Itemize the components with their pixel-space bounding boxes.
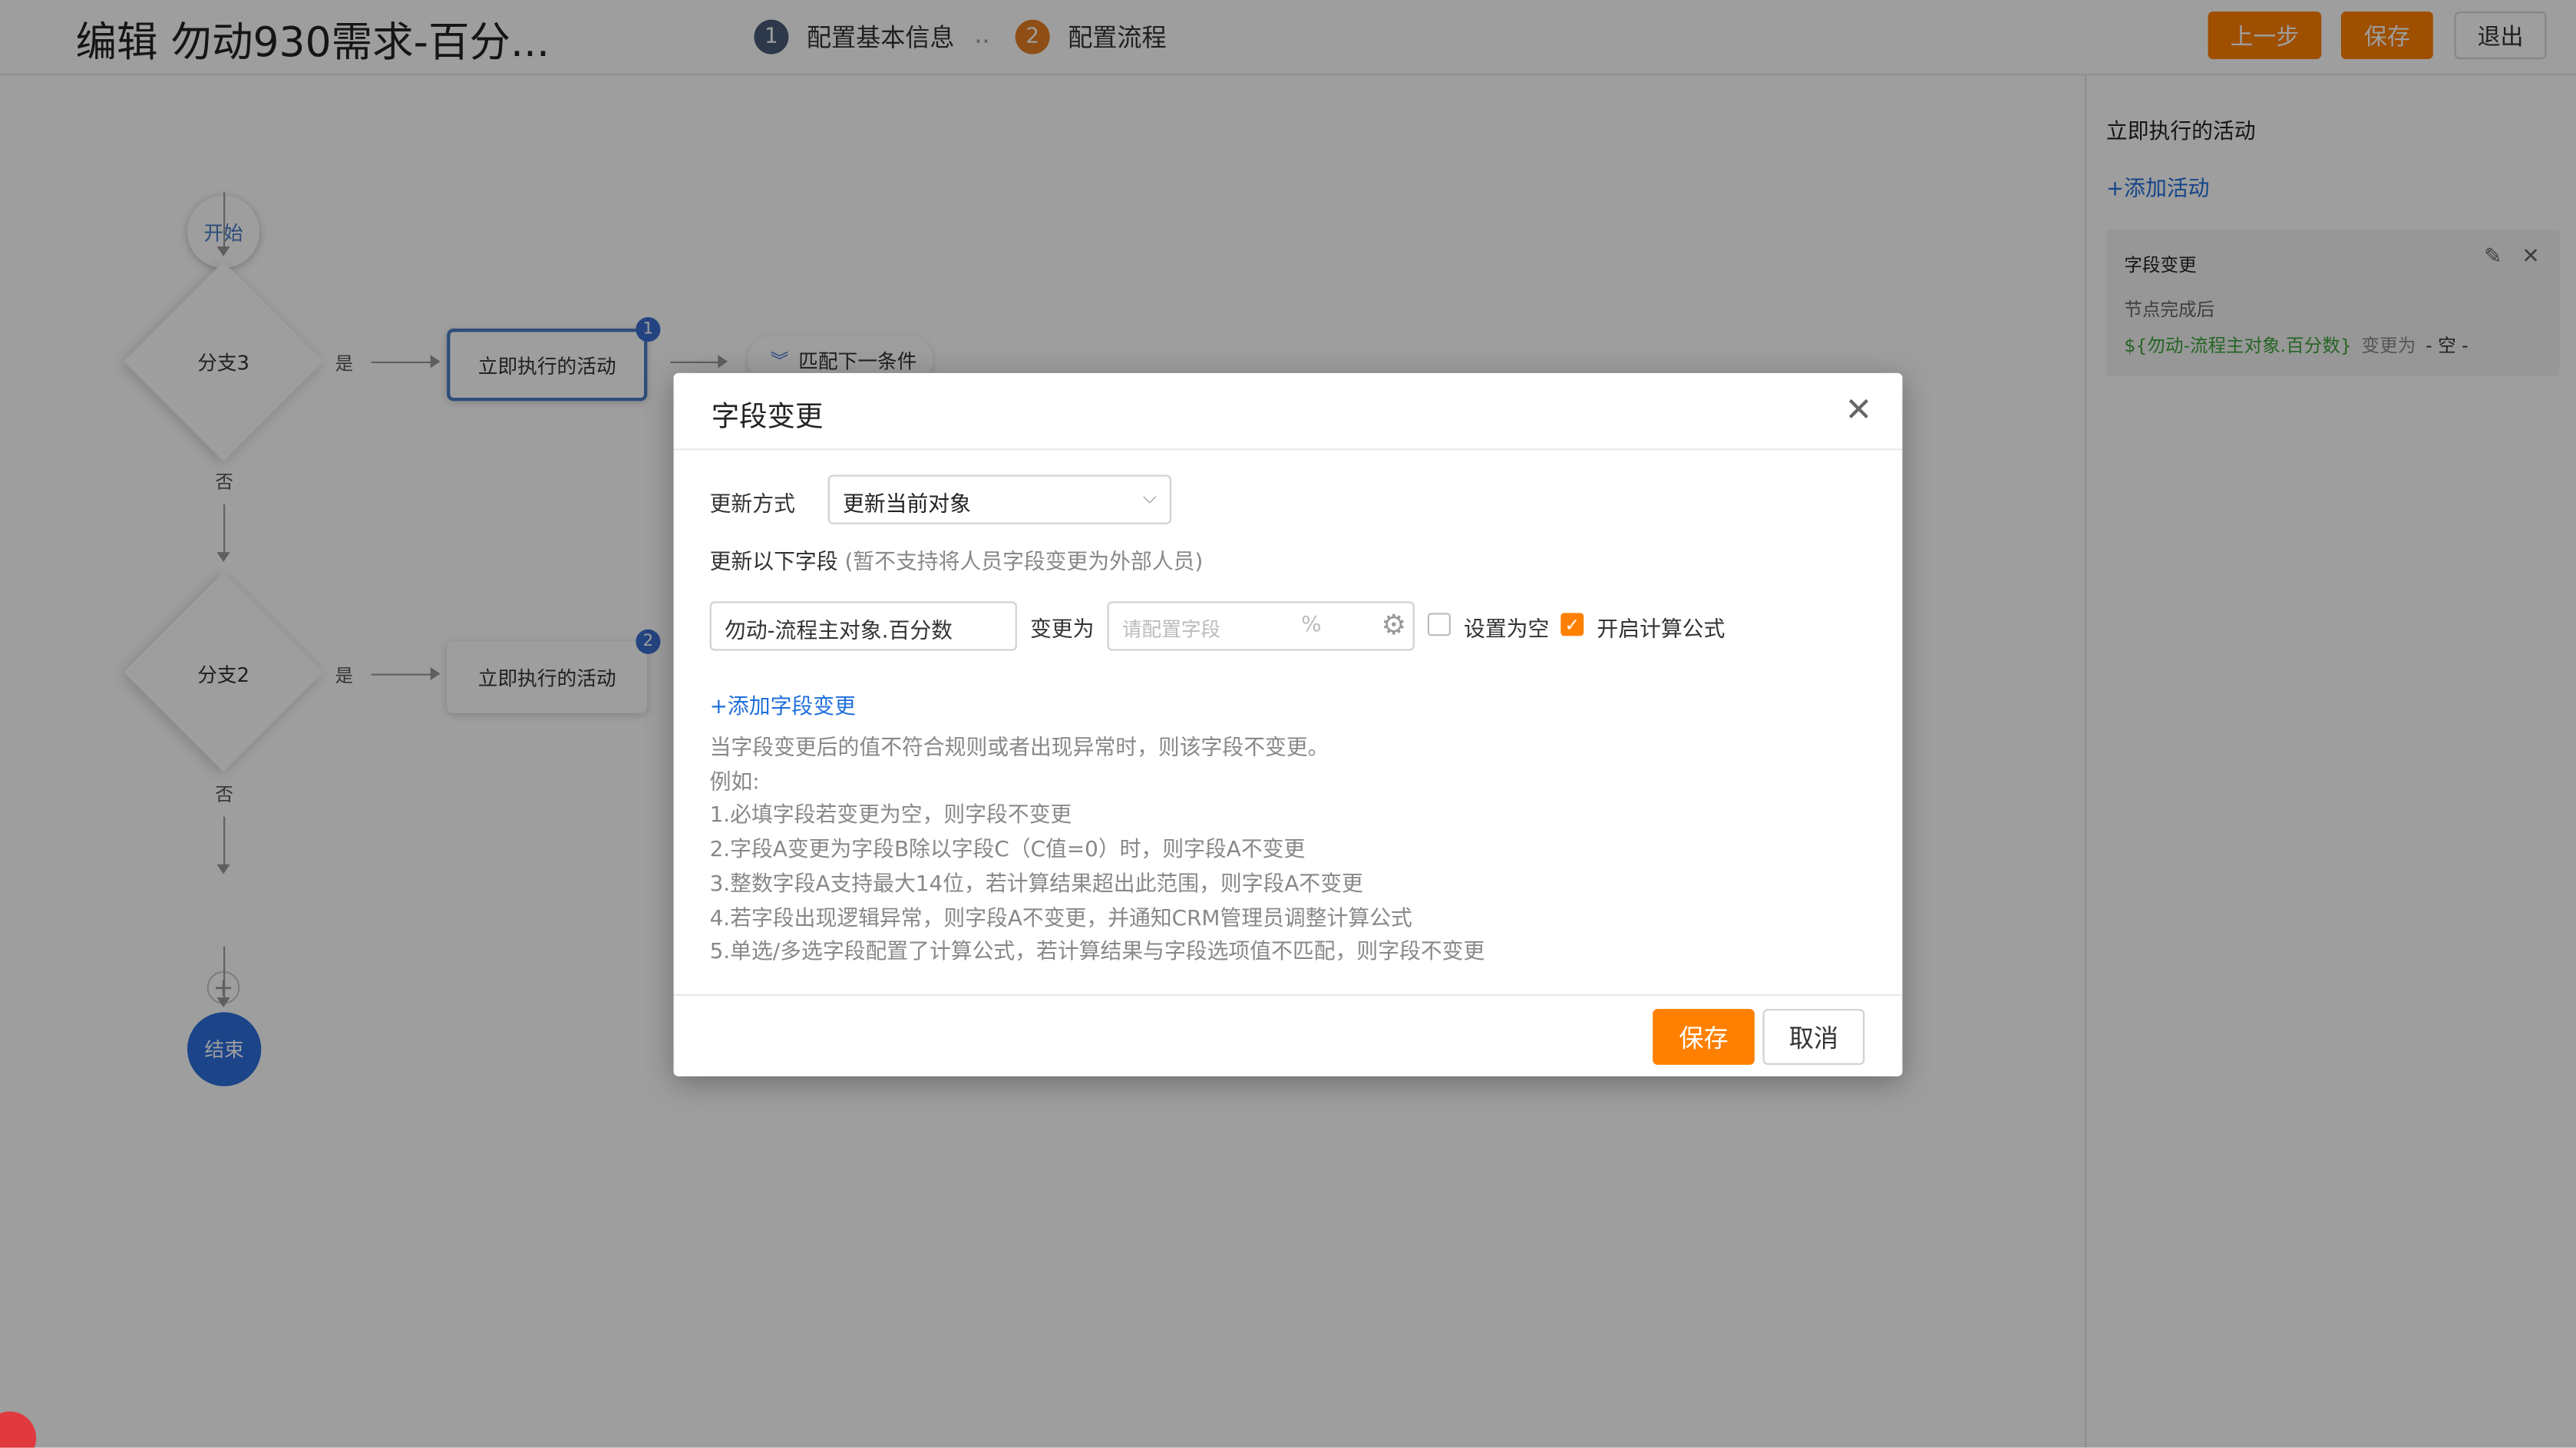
gear-icon[interactable]: ⚙ [1381,610,1406,643]
change-to-label: 变更为 [1029,617,1095,643]
dialog-footer: 保存 取消 [673,993,1903,1078]
enable-formula-checkbox[interactable]: ✓ [1560,613,1584,636]
percent-unit: % [1301,613,1322,638]
note-line: 2.字段A变更为字段B除以字段C（C值=0）时，则字段A不变更 [709,838,1306,863]
update-mode-value: 更新当前对象 [842,493,971,518]
app-root: 编辑 勿动930需求-百分... 1 配置基本信息 .. 2 配置流程 上一步 … [0,0,2576,1448]
note-line: 5.单选/多选字段配置了计算公式，若计算结果与字段选项值不匹配，则字段不变更 [709,940,1485,965]
note-line: 当字段变更后的值不符合规则或者出现异常时，则该字段不变更。 [709,736,1329,761]
note-line: 1.必填字段若变更为空，则字段不变更 [709,804,1072,829]
dialog-header: 字段变更 ✕ [673,373,1903,451]
set-empty-label: 设置为空 [1464,617,1550,643]
enable-formula-label: 开启计算公式 [1597,617,1726,643]
rule-notes: 当字段变更后的值不符合规则或者出现异常时，则该字段不变更。 例如: 1.必填字段… [710,733,1860,971]
update-fields-label: 更新以下字段 [709,550,838,576]
dialog-title: 字段变更 [711,401,824,435]
close-icon[interactable]: ✕ [1845,389,1873,428]
update-fields-hint: (暂不支持将人员字段变更为外部人员) [844,550,1204,576]
note-line: 例如: [709,770,760,795]
add-field-change-link[interactable]: +添加字段变更 [710,689,856,719]
update-mode-select[interactable]: 更新当前对象 ⌵ [827,474,1172,524]
set-empty-checkbox[interactable] [1427,613,1451,636]
check-icon: ✓ [1564,613,1580,636]
field-change-dialog: 字段变更 ✕ 更新方式 更新当前对象 ⌵ 更新以下字段 (暂不支持将人员字段变更… [673,372,1903,1078]
chevron-down-icon: ⌵ [1142,486,1157,508]
dialog-cancel-button[interactable]: 取消 [1762,1009,1865,1065]
field-select-input[interactable]: 勿动-流程主对象.百分数 [709,601,1017,651]
update-fields-row: 更新以下字段 (暂不支持将人员字段变更为外部人员) [710,544,1204,575]
note-line: 4.若字段出现逻辑异常，则字段A不变更，并通知CRM管理员调整计算公式 [709,906,1412,931]
formula-input[interactable]: 请配置字段 % ⚙ [1107,601,1415,651]
update-mode-label: 更新方式 [709,493,795,518]
dialog-save-button[interactable]: 保存 [1653,1009,1755,1065]
formula-placeholder: 请配置字段 [1121,617,1221,641]
field-value: 勿动-流程主对象.百分数 [724,619,953,644]
note-line: 3.整数字段A支持最大14位，若计算结果超出此范围，则字段A不变更 [709,872,1363,898]
